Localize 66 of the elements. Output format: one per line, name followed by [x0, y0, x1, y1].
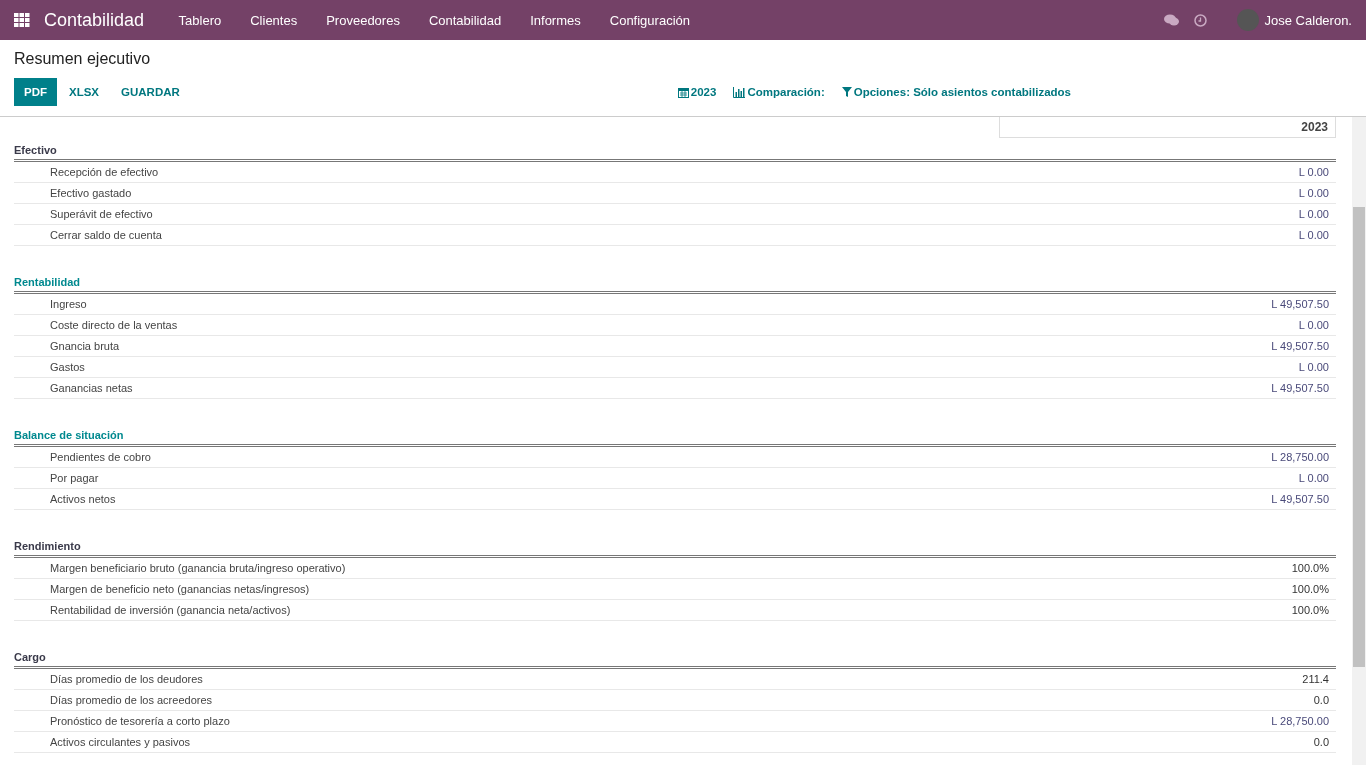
scrollbar[interactable] — [1352, 117, 1366, 765]
filter-dropdown[interactable]: Opciones: Sólo asientos contabilizados — [841, 86, 1071, 98]
section-heading: Rendimiento — [14, 538, 1336, 558]
section-heading[interactable]: Balance de situación — [14, 427, 1336, 447]
row-value[interactable]: L 0.00 — [1298, 229, 1329, 241]
filter-dropdown[interactable]: 2023 — [677, 86, 717, 98]
row-label: Recepción de efectivo — [50, 166, 159, 178]
row-label: Días promedio de los deudores — [50, 673, 203, 685]
column-header: 2023 — [999, 117, 1336, 138]
row-label: Rentabilidad de inversión (ganancia neta/activos) — [50, 604, 291, 616]
row-label: Gastos — [50, 361, 85, 373]
filter-dropdown[interactable]: Comparación: — [733, 86, 825, 98]
row-label: Coste directo de la ventas — [50, 319, 178, 331]
menu-item[interactable]: Clientes — [235, 12, 312, 28]
clock-icon[interactable] — [1193, 13, 1207, 27]
row-value[interactable]: L 0.00 — [1298, 472, 1329, 484]
section-heading[interactable]: Rentabilidad — [14, 274, 1336, 294]
row-label: Pronóstico de tesorería a corto plazo — [50, 715, 230, 727]
menu-item[interactable]: Proveedores — [311, 12, 415, 28]
filter-icon — [841, 87, 852, 97]
calendar-icon — [677, 86, 689, 98]
section-heading: Efectivo — [14, 142, 1336, 162]
row-label: Ganancias netas — [50, 382, 133, 394]
row-value: 211.4 — [1302, 673, 1329, 685]
row-label: Ingreso — [50, 298, 87, 310]
row-label: Superávit de efectivo — [50, 208, 153, 220]
row-label: Días promedio de los acreedores — [50, 694, 213, 706]
row-label: Por pagar — [50, 472, 99, 484]
row-value[interactable]: L 49,507.50 — [1271, 298, 1329, 310]
section-heading: Cargo — [14, 649, 1336, 669]
menu-item[interactable]: Configuración — [595, 12, 705, 28]
export-button[interactable]: XLSX — [59, 78, 110, 106]
bar-chart-icon — [733, 86, 746, 98]
row-value[interactable]: L 0.00 — [1298, 187, 1329, 199]
user-name[interactable]: Jose Calderon. — [1264, 12, 1352, 28]
row-label: Pendientes de cobro — [50, 451, 151, 463]
menu-item[interactable]: Tablero — [164, 12, 236, 28]
row-value[interactable]: L 0.00 — [1298, 166, 1329, 178]
menu-item[interactable]: Contabilidad — [414, 12, 516, 28]
row-label: Efectivo gastado — [50, 187, 132, 199]
row-value[interactable]: L 0.00 — [1298, 319, 1329, 331]
row-value[interactable]: L 28,750.00 — [1271, 451, 1329, 463]
row-value[interactable]: L 49,507.50 — [1271, 340, 1329, 352]
row-value: 0.0 — [1313, 736, 1329, 748]
row-value[interactable]: L 49,507.50 — [1271, 493, 1329, 505]
row-value[interactable]: L 49,507.50 — [1271, 382, 1329, 394]
row-label: Gnancia bruta — [50, 340, 120, 352]
row-value[interactable]: L 28,750.00 — [1271, 715, 1329, 727]
row-label: Margen beneficiario bruto (ganancia bruta/ingreso operativo) — [50, 562, 346, 574]
row-value: 100.0% — [1291, 583, 1329, 595]
row-value[interactable]: L 0.00 — [1298, 361, 1329, 373]
export-button[interactable]: PDF — [14, 78, 57, 106]
menu-item[interactable]: Informes — [515, 12, 596, 28]
page-title: Resumen ejecutivo — [14, 50, 152, 68]
row-label: Activos circulantes y pasivos — [50, 736, 190, 748]
row-value: 0.0 — [1313, 694, 1329, 706]
apps-grid-icon[interactable] — [14, 13, 30, 27]
app-title: Contabilidad — [44, 9, 145, 31]
row-value: 100.0% — [1291, 604, 1329, 616]
export-button[interactable]: GUARDAR — [111, 78, 190, 106]
row-label: Activos netos — [50, 493, 116, 505]
row-value: 100.0% — [1291, 562, 1329, 574]
row-value[interactable]: L 0.00 — [1298, 208, 1329, 220]
chat-icon[interactable] — [1163, 14, 1179, 26]
row-label: Cerrar saldo de cuenta — [50, 229, 162, 241]
row-label: Margen de beneficio neto (ganancias netas/ingresos) — [50, 583, 310, 595]
